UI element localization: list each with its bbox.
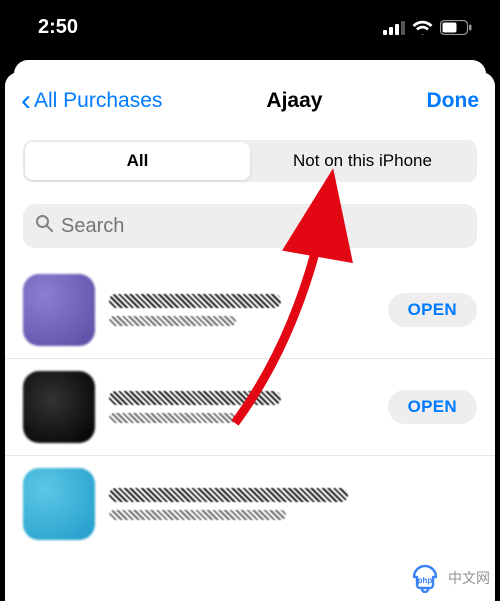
segment-all[interactable]: All [25,142,250,180]
back-button[interactable]: ‹ All Purchases [21,86,162,116]
battery-icon [440,20,472,35]
search-input[interactable] [61,215,465,238]
app-list: OPEN OPEN [5,262,495,552]
open-button[interactable]: OPEN [388,293,477,327]
cellular-icon [383,21,405,35]
redacted-title [109,488,348,502]
segment-not-on-iphone[interactable]: Not on this iPhone [250,142,475,180]
navigation-bar: ‹ All Purchases Ajaay Done [5,72,495,126]
php-logo-icon: php [408,563,442,593]
search-icon [35,214,53,238]
status-indicators [383,20,472,35]
status-time: 2:50 [38,16,78,39]
watermark: php 中文网 [408,563,490,593]
list-item[interactable] [5,456,495,552]
back-label: All Purchases [34,89,162,113]
redacted-title [109,294,281,308]
modal-sheet: ‹ All Purchases Ajaay Done All Not on th… [5,72,495,601]
svg-text:php: php [418,576,433,585]
list-item[interactable]: OPEN [5,359,495,456]
redacted-subtitle [109,316,236,326]
app-text [109,391,374,423]
redacted-subtitle [109,413,236,423]
segmented-control: All Not on this iPhone [23,140,477,182]
app-text [109,294,374,326]
redacted-subtitle [109,510,286,520]
chevron-left-icon: ‹ [21,86,31,116]
watermark-text: 中文网 [448,568,490,588]
app-icon [23,371,95,443]
list-item[interactable]: OPEN [5,262,495,359]
wifi-icon [412,20,433,35]
status-bar: 2:50 [0,0,500,55]
open-button[interactable]: OPEN [388,390,477,424]
page-title: Ajaay [266,89,322,113]
redacted-title [109,391,281,405]
search-field[interactable] [23,204,477,248]
done-button[interactable]: Done [427,89,480,113]
app-icon [23,274,95,346]
app-text [109,488,477,520]
app-icon [23,468,95,540]
